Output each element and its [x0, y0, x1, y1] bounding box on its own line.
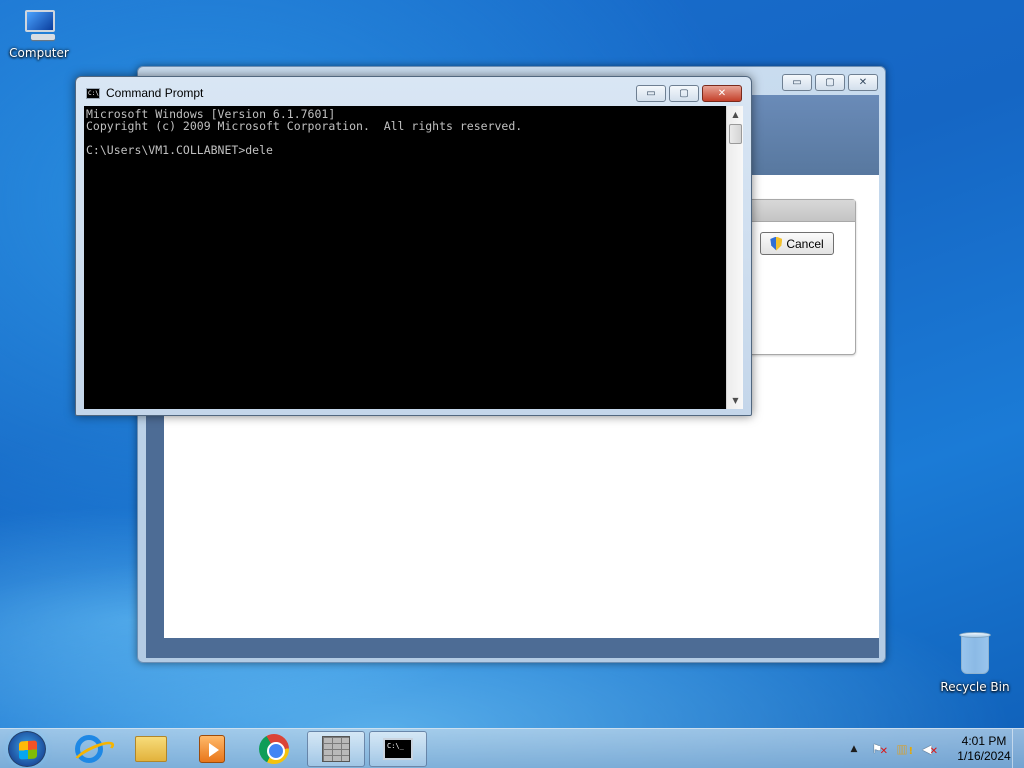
window-controls: ▭ ▢ ✕ — [782, 74, 878, 91]
console-prompt-line: C:\Users\VM1.COLLABNET>dele — [86, 143, 273, 157]
progress-panel — [738, 199, 856, 355]
cmd-title-icon: C:\ — [86, 88, 100, 99]
clock-date: 1/16/2024 — [957, 749, 1011, 763]
taskbar-item-chrome[interactable] — [245, 731, 303, 767]
maximize-button[interactable]: ▢ — [669, 85, 699, 102]
scroll-up-arrow-icon[interactable]: ▲ — [727, 106, 744, 123]
minimize-button[interactable]: ▭ — [782, 74, 812, 91]
window-title: Command Prompt — [106, 86, 204, 100]
network-icon[interactable]: ▥! — [894, 741, 913, 757]
taskbar: C:\_ ▲ ⚑ ✕ ▥! ◀ ✕ 4:01 PM 1/16/2024 — [0, 728, 1024, 768]
desktop-icon-computer[interactable]: Computer — [1, 8, 77, 60]
show-hidden-icons-icon[interactable]: ▲ — [846, 741, 862, 757]
recycle-bin-icon — [957, 630, 993, 676]
uac-shield-icon — [770, 237, 782, 251]
scroll-thumb[interactable] — [729, 124, 742, 144]
taskbar-item-command-prompt[interactable]: C:\_ — [369, 731, 427, 767]
folder-icon — [135, 736, 167, 762]
close-button[interactable]: ✕ — [702, 85, 742, 102]
ie-icon — [75, 735, 103, 763]
windows-logo-icon — [19, 740, 37, 760]
show-desktop-button[interactable] — [1012, 729, 1024, 768]
panel-bar — [739, 200, 855, 222]
desktop-icon-recycle-bin[interactable]: Recycle Bin — [937, 630, 1013, 694]
cancel-label: Cancel — [786, 236, 824, 251]
close-button[interactable]: ✕ — [848, 74, 878, 91]
scroll-down-arrow-icon[interactable]: ▼ — [727, 392, 744, 409]
window-controls: ▭ ▢ ✕ — [636, 85, 742, 102]
desktop-icon-label: Recycle Bin — [940, 680, 1010, 694]
action-center-flag-icon[interactable]: ⚑ ✕ — [869, 741, 888, 757]
vertical-scrollbar[interactable]: ▲ ▼ — [726, 106, 743, 409]
media-player-icon — [199, 735, 225, 763]
maximize-button[interactable]: ▢ — [815, 74, 845, 91]
brick-wall-icon — [322, 736, 350, 762]
desktop-icon-label: Computer — [9, 46, 69, 60]
minimize-button[interactable]: ▭ — [636, 85, 666, 102]
start-button[interactable] — [8, 731, 46, 767]
taskbar-item-windows-explorer[interactable] — [122, 731, 180, 767]
volume-muted-icon[interactable]: ◀ ✕ — [919, 741, 938, 757]
taskbar-item-internet-explorer[interactable] — [60, 731, 118, 767]
command-prompt-window[interactable]: C:\ Command Prompt ▭ ▢ ✕ Microsoft Windo… — [75, 76, 752, 416]
cancel-button[interactable]: Cancel — [760, 232, 834, 255]
chrome-icon — [259, 734, 289, 764]
system-tray: ▲ ⚑ ✕ ▥! ◀ ✕ 4:01 PM 1/16/2024 — [834, 729, 1024, 768]
taskbar-item-media-player[interactable] — [183, 731, 241, 767]
taskbar-item-setup[interactable] — [307, 731, 365, 767]
console-line: Copyright (c) 2009 Microsoft Corporation… — [86, 119, 523, 133]
clock[interactable]: 4:01 PM 1/16/2024 — [946, 734, 1022, 764]
clock-time: 4:01 PM — [961, 734, 1007, 748]
console-output[interactable]: Microsoft Windows [Version 6.1.7601] Copy… — [84, 106, 726, 409]
cmd-icon: C:\_ — [383, 738, 413, 760]
computer-icon — [19, 8, 59, 42]
